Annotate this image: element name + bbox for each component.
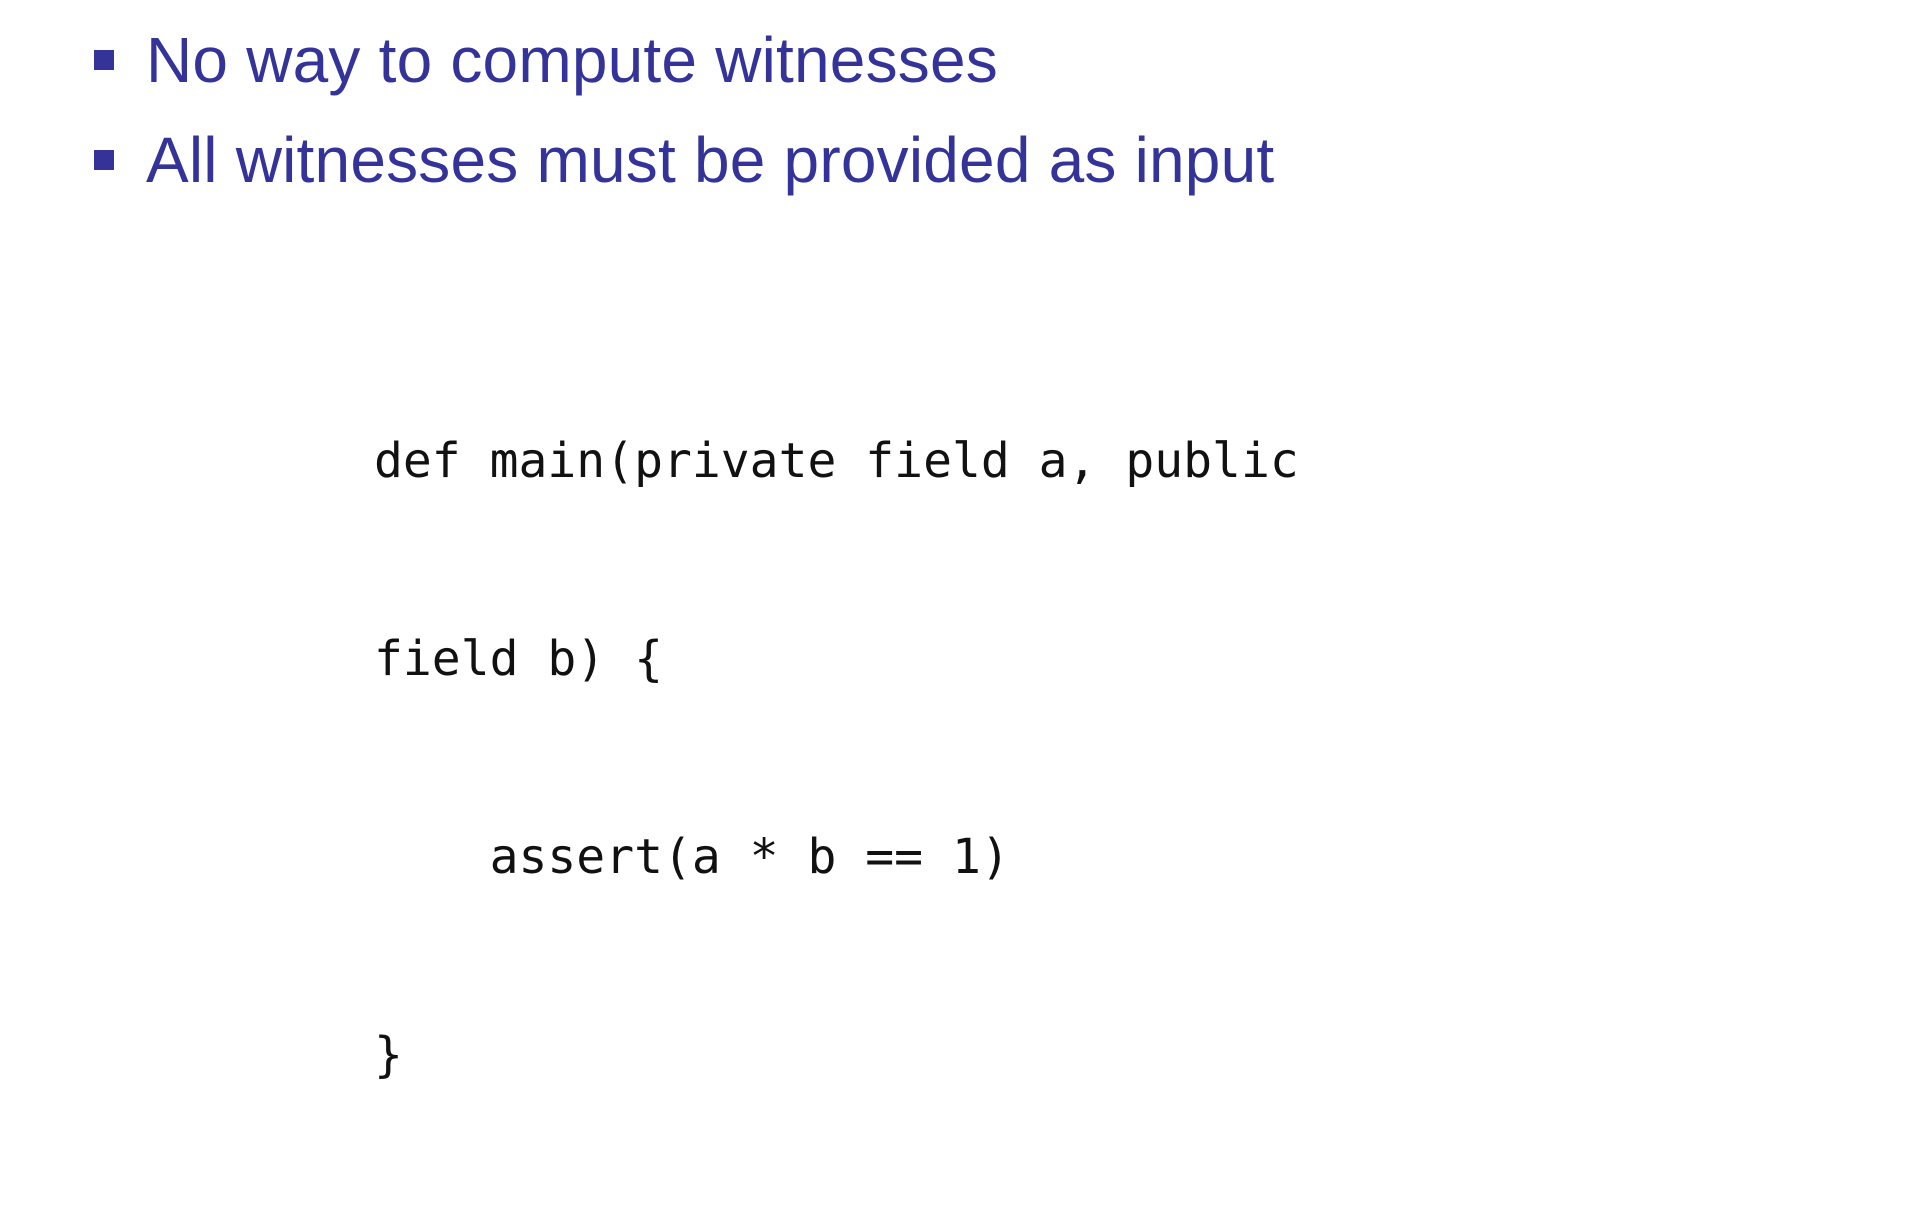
bullet-list: No way to compute witnesses All witnesse… — [94, 10, 1274, 210]
bullet-item: No way to compute witnesses — [94, 10, 1274, 110]
bullet-text: No way to compute witnesses — [146, 24, 998, 96]
code-line: assert(a * b == 1) — [374, 829, 1010, 885]
code-line: field b) { — [374, 631, 663, 687]
slide: No way to compute witnesses All witnesse… — [0, 0, 1918, 1083]
square-bullet-icon — [94, 50, 114, 70]
code-block: def main(private field a, public field b… — [374, 296, 1299, 1208]
code-line: def main(private field a, public — [374, 433, 1299, 489]
bullet-text: All witnesses must be provided as input — [146, 124, 1275, 196]
code-line: } — [374, 1027, 403, 1083]
bullet-item: All witnesses must be provided as input — [94, 110, 1274, 210]
square-bullet-icon — [94, 150, 114, 170]
